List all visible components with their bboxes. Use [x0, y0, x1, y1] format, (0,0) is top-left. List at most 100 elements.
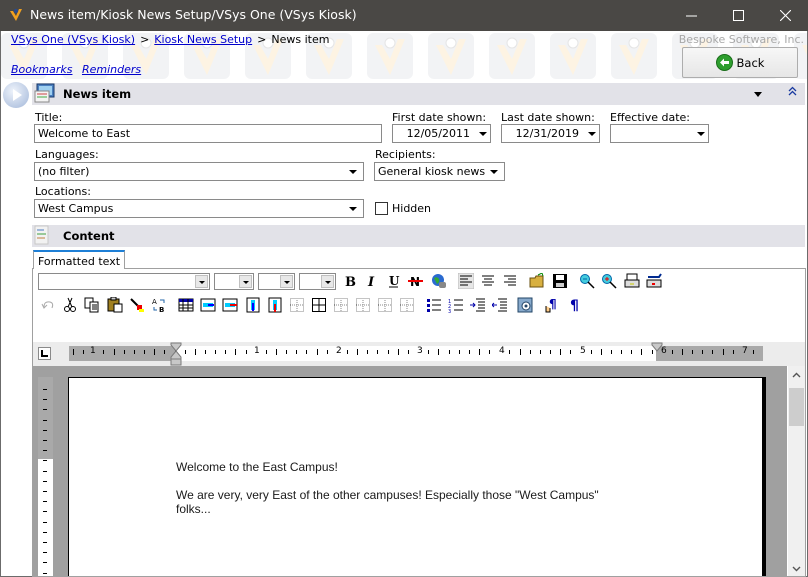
chevron-down-icon [280, 275, 293, 288]
vertical-ruler [38, 377, 53, 576]
scrollbar-thumb[interactable] [789, 388, 804, 426]
insert-image-button[interactable] [516, 296, 534, 314]
print-setup-button[interactable] [645, 272, 663, 290]
last-date-picker[interactable]: 12/31/2019 [501, 124, 600, 143]
recipients-value: General kiosk news [378, 165, 486, 178]
open-button[interactable] [528, 272, 546, 290]
svg-text:B: B [159, 306, 164, 313]
reminders-link[interactable]: Reminders [82, 63, 141, 76]
format-painter-button[interactable] [128, 296, 146, 314]
back-button[interactable]: Back [682, 47, 798, 78]
title-input[interactable]: Welcome to East [34, 124, 382, 143]
ruler-tick [154, 349, 155, 355]
underline-button[interactable]: U [385, 272, 403, 290]
navigate-forward-button[interactable] [3, 82, 29, 108]
zoom-in-button[interactable] [600, 272, 618, 290]
recipients-select[interactable]: General kiosk news [374, 162, 505, 181]
show-paragraph-marks-button[interactable]: ¶ [541, 296, 559, 314]
hyperlink-button[interactable] [430, 272, 448, 290]
svg-text:A: A [152, 298, 157, 306]
ruler-tick [601, 349, 602, 355]
scroll-down-icon[interactable] [792, 566, 801, 572]
table-gridlines-button[interactable] [288, 296, 306, 314]
hyperlink-icon [432, 274, 446, 288]
vertical-ruler-tick [43, 532, 47, 533]
first-date-picker[interactable]: 12/05/2011 [392, 124, 491, 143]
split-cells-button[interactable] [354, 296, 372, 314]
merge-cells-button[interactable] [332, 296, 350, 314]
insert-row-above-button[interactable] [199, 296, 217, 314]
replace-button[interactable]: AB [150, 296, 168, 314]
languages-select[interactable]: (no filter) [34, 162, 364, 181]
vertical-scrollbar[interactable] [788, 366, 805, 576]
insert-column-right-button[interactable] [266, 296, 284, 314]
paragraph-button[interactable]: ¶ [566, 296, 584, 314]
cut-button[interactable] [61, 296, 79, 314]
undo-button[interactable] [39, 296, 57, 314]
vertical-ruler-tick [43, 501, 47, 502]
ruler-tick [73, 349, 74, 355]
right-indent-handle[interactable] [651, 342, 663, 352]
ruler-tick [631, 350, 632, 354]
tab-formatted-text[interactable]: Formatted text [33, 250, 126, 269]
align-center-button[interactable] [479, 272, 497, 290]
locations-label: Locations: [35, 185, 91, 198]
ruler-tick [550, 350, 551, 354]
insert-row-above-icon [200, 298, 216, 312]
font-color-combo[interactable] [258, 273, 295, 290]
insert-table-button[interactable] [177, 296, 195, 314]
section-menu-dropdown-icon[interactable] [754, 92, 762, 97]
align-right-button[interactable] [501, 272, 519, 290]
decrease-indent-button[interactable] [491, 296, 509, 314]
font-name-combo[interactable] [38, 273, 210, 290]
bullets-button[interactable] [425, 296, 443, 314]
cell-properties-button[interactable] [398, 296, 416, 314]
zoom-out-button[interactable] [578, 272, 596, 290]
effective-date-picker[interactable] [610, 124, 709, 143]
close-button[interactable] [762, 0, 808, 31]
hidden-checkbox[interactable] [375, 202, 388, 215]
font-size-combo[interactable] [214, 273, 254, 290]
ruler-tick [225, 350, 226, 354]
chevron-down-icon [349, 207, 357, 211]
copy-button[interactable] [83, 296, 101, 314]
collapse-section-icon[interactable] [788, 86, 797, 96]
paste-button[interactable] [106, 296, 124, 314]
breadcrumb-link-vsys-one[interactable]: VSys One (VSys Kiosk) [11, 33, 135, 46]
bookmarks-link[interactable]: Bookmarks [11, 63, 72, 76]
maximize-button[interactable] [715, 0, 761, 31]
minimize-button[interactable] [668, 0, 714, 31]
tab-stop-selector[interactable] [38, 347, 51, 360]
save-button[interactable] [551, 272, 569, 290]
strikethrough-button[interactable]: N [407, 272, 425, 290]
increase-indent-button[interactable] [469, 296, 487, 314]
insert-row-below-button[interactable] [221, 296, 239, 314]
scroll-up-icon[interactable] [792, 372, 801, 378]
print-button[interactable] [623, 272, 641, 290]
vertical-ruler-tick [43, 471, 47, 472]
vertical-ruler-tick [43, 460, 47, 461]
document-page[interactable]: Welcome to the East Campus! We are very,… [68, 377, 763, 576]
ruler-number: 3 [417, 346, 423, 356]
ruler-tick [83, 350, 84, 354]
document-text[interactable]: Welcome to the East Campus! We are very,… [176, 460, 636, 516]
breadcrumb-separator: > [257, 33, 267, 46]
breadcrumb-link-kiosk-news-setup[interactable]: Kiosk News Setup [154, 33, 252, 46]
italic-button[interactable]: I [363, 272, 381, 290]
numbering-icon: 123 [448, 299, 463, 313]
numbering-button[interactable]: 123 [447, 296, 465, 314]
first-line-indent-handle[interactable] [170, 342, 182, 366]
cell-align-button[interactable] [376, 296, 394, 314]
table-borders-button[interactable] [310, 296, 328, 314]
last-date-label: Last date shown: [501, 111, 595, 124]
vertical-ruler-tick [43, 450, 47, 451]
locations-select[interactable]: West Campus [34, 199, 364, 218]
open-icon [529, 273, 544, 288]
align-left-button[interactable] [457, 272, 475, 290]
ruler-tick [103, 350, 104, 354]
ruler-tick [712, 350, 713, 354]
insert-column-left-button[interactable] [244, 296, 262, 314]
highlight-combo[interactable] [299, 273, 336, 290]
bold-button[interactable]: B [341, 272, 359, 290]
ruler-tick [266, 350, 267, 354]
